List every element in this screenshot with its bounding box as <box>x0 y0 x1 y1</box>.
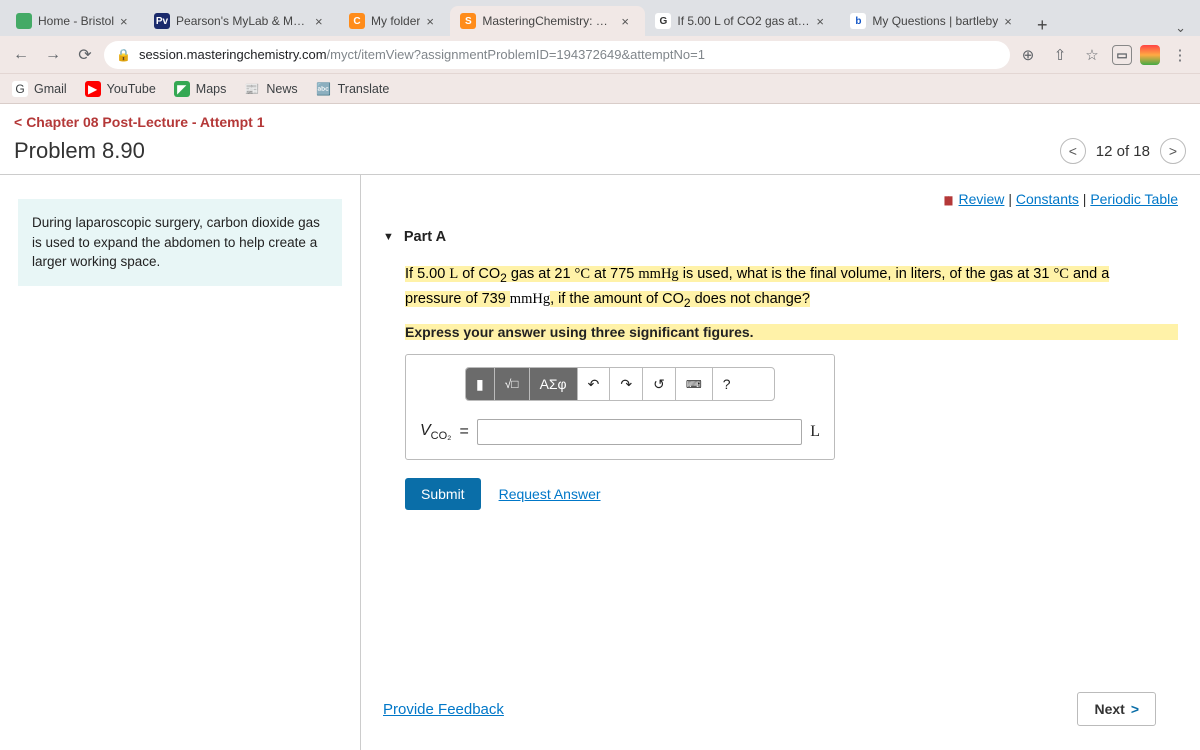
bookmark-item[interactable]: ◤ Maps <box>174 81 227 97</box>
submit-button[interactable]: Submit <box>405 478 481 510</box>
breadcrumb[interactable]: <Chapter 08 Post-Lecture - Attempt 1 <box>0 104 1200 132</box>
problem-pager: < 12 of 18 > <box>1060 138 1186 164</box>
collapse-triangle-icon: ▼ <box>383 231 394 243</box>
tab-close-icon[interactable]: × <box>120 14 134 29</box>
bookmark-favicon: 🔤 <box>316 81 332 97</box>
template-tool-button[interactable]: ▮ <box>466 368 495 400</box>
tab-favicon: b <box>850 13 866 29</box>
periodic-table-link[interactable]: Periodic Table <box>1090 191 1178 207</box>
chevron-right-icon: > <box>1131 701 1139 717</box>
tab-close-icon[interactable]: × <box>426 14 440 29</box>
browser-tab[interactable]: Pv Pearson's MyLab & Masteri × <box>144 6 339 36</box>
answer-input[interactable] <box>477 419 802 445</box>
tab-title: My Questions | bartleby <box>872 14 998 28</box>
problem-stem: During laparoscopic surgery, carbon diox… <box>18 199 342 286</box>
pager-text: 12 of 18 <box>1096 143 1150 160</box>
problem-title: Problem 8.90 <box>14 138 145 164</box>
bookmark-favicon: G <box>12 81 28 97</box>
problem-work-area: ▮▮ Review | Constants | Periodic Table ▼… <box>360 175 1200 750</box>
share-icon[interactable]: ⇧ <box>1048 46 1072 64</box>
undo-button[interactable]: ↶ <box>578 368 611 400</box>
problem-stem-panel: During laparoscopic surgery, carbon diox… <box>0 175 360 750</box>
bookmark-label: News <box>266 82 297 96</box>
bookmark-label: Translate <box>338 82 390 96</box>
answer-variable: VCO₂ <box>420 422 451 442</box>
review-icon: ▮▮ <box>943 193 950 207</box>
bookmarks-bar: G Gmail ▶ YouTube ◤ Maps 📰 News 🔤 Translate <box>0 74 1200 104</box>
tab-title: MasteringChemistry: Chapt <box>482 14 615 28</box>
bookmark-item[interactable]: 🔤 Translate <box>316 81 390 97</box>
bookmark-favicon: ◤ <box>174 81 190 97</box>
tab-title: My folder <box>371 14 420 28</box>
equals-sign: = <box>459 423 468 441</box>
greek-tool-button[interactable]: ΑΣφ <box>530 368 578 400</box>
bookmark-item[interactable]: G Gmail <box>12 81 67 97</box>
bookmark-star-icon[interactable]: ☆ <box>1080 46 1104 64</box>
browser-tab[interactable]: b My Questions | bartleby × <box>840 6 1028 36</box>
tab-favicon: C <box>349 13 365 29</box>
part-header[interactable]: ▼ Part A <box>383 229 1178 245</box>
next-button[interactable]: Next> <box>1077 692 1156 726</box>
chevron-left-icon: < <box>14 114 22 130</box>
prev-problem-button[interactable]: < <box>1060 138 1086 164</box>
tab-title: If 5.00 L of CO2 gas at 21 <box>677 14 810 28</box>
kebab-menu-icon[interactable]: ⋮ <box>1168 46 1192 64</box>
browser-tab[interactable]: C My folder × <box>339 6 450 36</box>
tab-title: Pearson's MyLab & Masteri <box>176 14 309 28</box>
page-content: <Chapter 08 Post-Lecture - Attempt 1 Pro… <box>0 104 1200 750</box>
equation-toolbar: ▮ √□ ΑΣφ ↶ ↷ ↺ ⌨ ? <box>465 367 775 401</box>
request-answer-link[interactable]: Request Answer <box>499 486 601 502</box>
bookmark-label: Gmail <box>34 82 67 96</box>
zoom-icon[interactable]: ⊕ <box>1016 46 1040 64</box>
part-label: Part A <box>404 229 446 245</box>
answer-box: ▮ √□ ΑΣφ ↶ ↷ ↺ ⌨ ? VCO₂ = L <box>405 354 835 460</box>
bookmark-item[interactable]: ▶ YouTube <box>85 81 156 97</box>
constants-link[interactable]: Constants <box>1016 191 1079 207</box>
url-text: session.masteringchemistry.com/myct/item… <box>139 47 998 62</box>
bookmark-favicon: 📰 <box>244 81 260 97</box>
next-problem-button[interactable]: > <box>1160 138 1186 164</box>
answer-instruction: Express your answer using three signific… <box>405 324 1178 340</box>
question-text: If 5.00 L of CO2 gas at 21 °C at 775 mmH… <box>405 263 1125 312</box>
browser-toolbar: ← → ⟳ 🔒 session.masteringchemistry.com/m… <box>0 36 1200 74</box>
review-link[interactable]: Review <box>959 191 1005 207</box>
tab-title: Home - Bristol <box>38 14 114 28</box>
tabs-overflow-icon[interactable]: ⌄ <box>1167 20 1194 36</box>
tab-close-icon[interactable]: × <box>315 14 329 29</box>
bookmark-item[interactable]: 📰 News <box>244 81 297 97</box>
back-button[interactable]: ← <box>8 42 34 68</box>
answer-unit: L <box>810 423 820 441</box>
browser-tab[interactable]: G If 5.00 L of CO2 gas at 21 × <box>645 6 840 36</box>
tab-close-icon[interactable]: × <box>1004 14 1018 29</box>
lock-icon: 🔒 <box>116 48 131 62</box>
keyboard-button[interactable]: ⌨ <box>676 368 713 400</box>
address-bar[interactable]: 🔒 session.masteringchemistry.com/myct/it… <box>104 41 1010 69</box>
new-tab-button[interactable]: + <box>1028 15 1056 36</box>
provide-feedback-link[interactable]: Provide Feedback <box>383 701 504 718</box>
tab-favicon: G <box>655 13 671 29</box>
reference-links: ▮▮ Review | Constants | Periodic Table <box>383 191 1178 207</box>
browser-tab[interactable]: S MasteringChemistry: Chapt × <box>450 6 645 36</box>
browser-tab[interactable]: Home - Bristol × <box>6 6 144 36</box>
bookmark-label: YouTube <box>107 82 156 96</box>
redo-button[interactable]: ↷ <box>610 368 643 400</box>
bookmark-favicon: ▶ <box>85 81 101 97</box>
extension-icon-2[interactable] <box>1140 45 1160 65</box>
forward-button[interactable]: → <box>40 42 66 68</box>
bookmark-label: Maps <box>196 82 227 96</box>
tab-close-icon[interactable]: × <box>621 14 635 29</box>
tab-favicon: S <box>460 13 476 29</box>
reload-button[interactable]: ⟳ <box>72 42 98 68</box>
browser-tabstrip: Home - Bristol × Pv Pearson's MyLab & Maste… <box>0 0 1200 36</box>
radical-tool-button[interactable]: √□ <box>495 368 530 400</box>
extension-icon[interactable]: ▭ <box>1112 45 1132 65</box>
tab-close-icon[interactable]: × <box>816 14 830 29</box>
tab-favicon <box>16 13 32 29</box>
reset-button[interactable]: ↺ <box>643 368 676 400</box>
tab-favicon: Pv <box>154 13 170 29</box>
help-button[interactable]: ? <box>713 368 741 400</box>
